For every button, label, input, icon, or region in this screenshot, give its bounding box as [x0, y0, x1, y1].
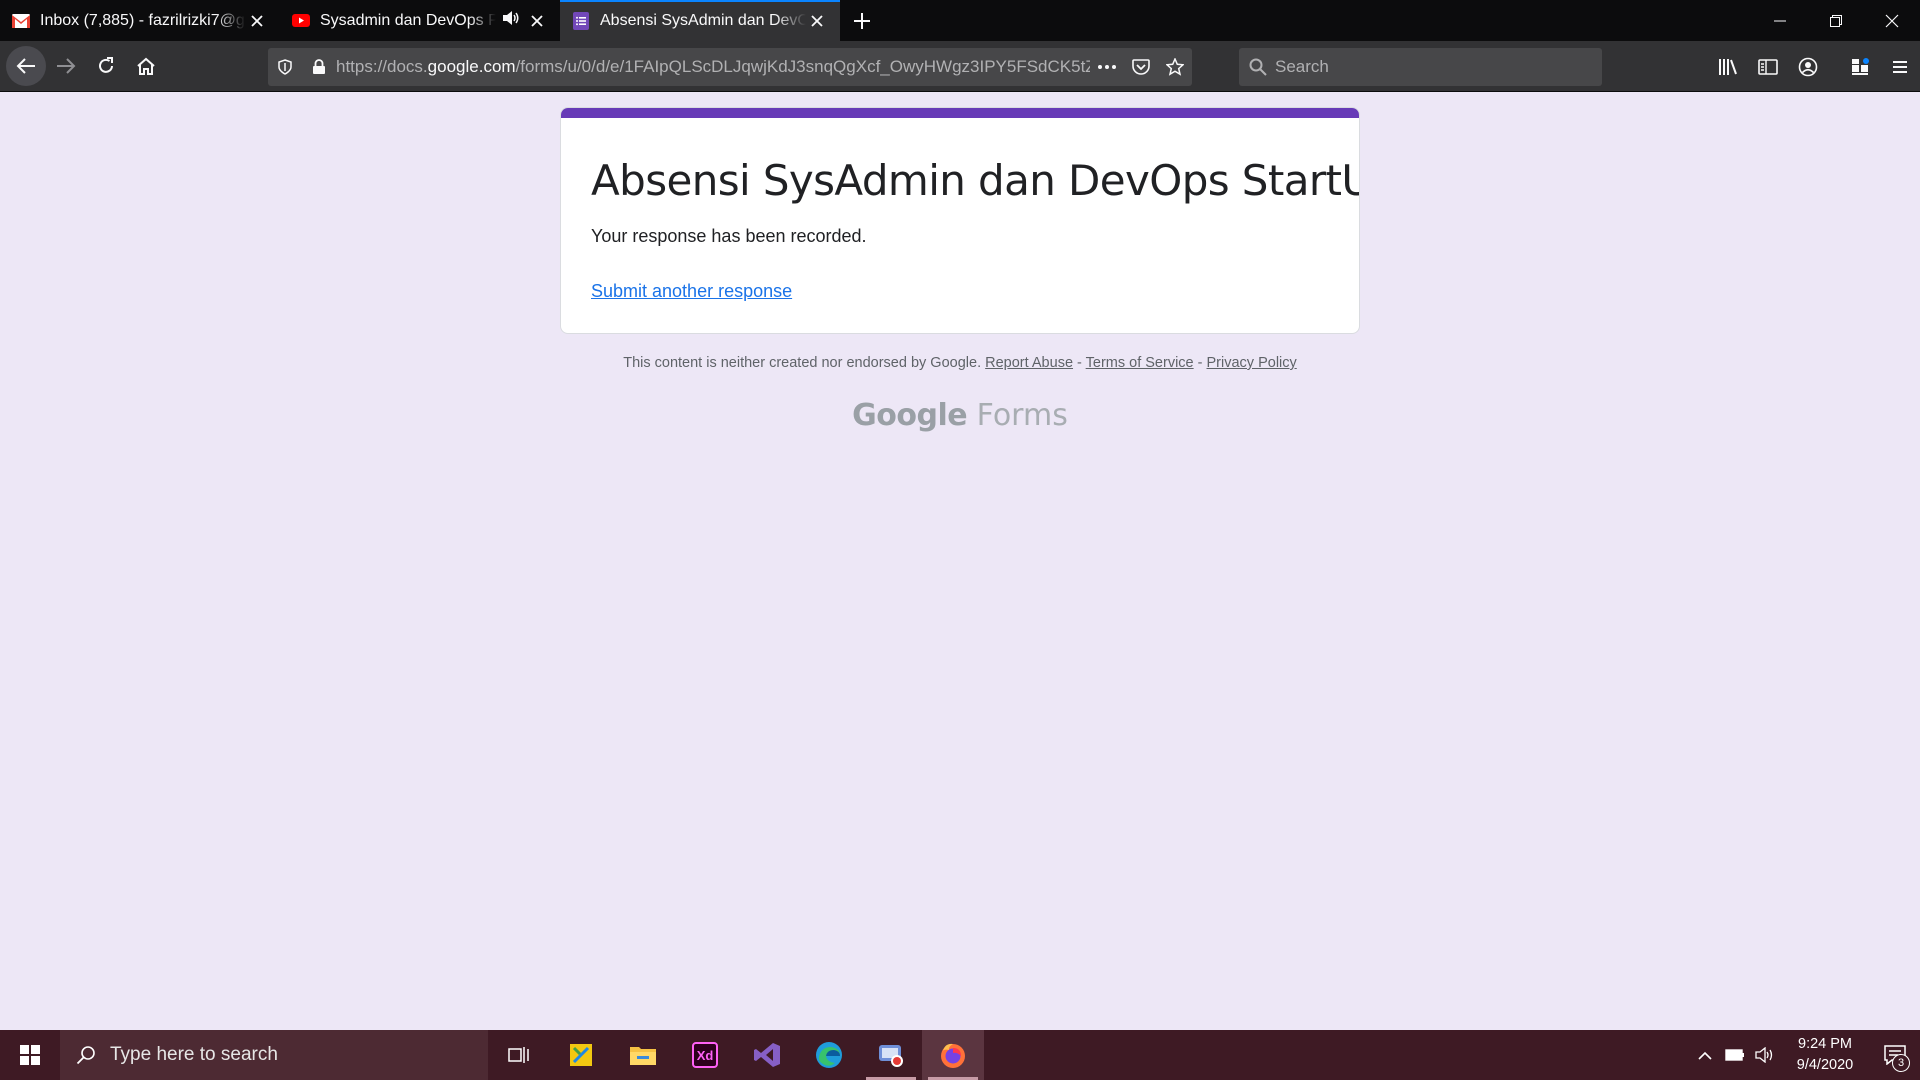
home-icon: [137, 57, 155, 75]
clock[interactable]: 9:24 PM 9/4/2020: [1780, 1034, 1870, 1076]
clock-date: 9/4/2020: [1796, 1057, 1854, 1073]
start-button[interactable]: [0, 1030, 60, 1080]
search-icon: [76, 1046, 95, 1065]
home-button[interactable]: [126, 46, 166, 86]
close-icon[interactable]: [526, 10, 548, 32]
page-actions-icon[interactable]: [1090, 64, 1124, 70]
tab-gmail[interactable]: Inbox (7,885) - fazrilrizki7@gmail.com -…: [0, 0, 280, 41]
edge-icon[interactable]: [798, 1030, 860, 1080]
task-view-icon[interactable]: [488, 1030, 550, 1080]
navigation-toolbar: https://docs.google.com/forms/u/0/d/e/1F…: [0, 41, 1920, 92]
windows-taskbar: Type here to search Xd 9:24 PM 9/4/2020 …: [0, 1030, 1920, 1080]
close-icon[interactable]: [806, 10, 828, 32]
account-icon[interactable]: [1788, 47, 1828, 87]
pocket-icon[interactable]: [1124, 59, 1158, 75]
google-forms-logo[interactable]: Google Forms: [560, 398, 1360, 433]
action-center-button[interactable]: 3: [1870, 1030, 1920, 1080]
gmail-icon: [12, 12, 30, 30]
form-title: Absensi SysAdmin dan DevOps StartUp: [591, 156, 1360, 205]
new-tab-button[interactable]: [840, 0, 884, 41]
tab-google-forms[interactable]: Absensi SysAdmin dan DevOps StartUp: [560, 0, 840, 41]
tab-youtube[interactable]: Sysadmin dan DevOps Praktis: [280, 0, 560, 41]
volume-icon[interactable]: [1750, 1030, 1780, 1080]
forward-button[interactable]: [46, 46, 86, 86]
window-controls: [1752, 0, 1920, 41]
search-placeholder: Search: [1275, 57, 1329, 76]
google-forms-icon: [572, 11, 590, 30]
form-confirmation-card: Absensi SysAdmin dan DevOps StartUp Your…: [560, 107, 1360, 334]
taskbar-search-placeholder: Type here to search: [110, 1044, 278, 1065]
taskbar-search-box[interactable]: Type here to search: [60, 1030, 488, 1080]
menu-icon[interactable]: [1880, 47, 1920, 87]
privacy-policy-link[interactable]: Privacy Policy: [1207, 355, 1297, 371]
arrow-right-icon: [57, 58, 76, 74]
sticky-notes-icon[interactable]: [550, 1030, 612, 1080]
form-accent-bar: [561, 108, 1359, 118]
shield-icon[interactable]: [268, 59, 302, 75]
chevron-up-icon[interactable]: [1690, 1030, 1720, 1080]
submit-another-response-link[interactable]: Submit another response: [591, 281, 792, 302]
tab-title: Absensi SysAdmin dan DevOps StartUp: [600, 11, 806, 29]
search-icon: [1249, 58, 1267, 76]
firefox-icon[interactable]: [922, 1030, 984, 1080]
battery-icon[interactable]: [1720, 1030, 1750, 1080]
notification-count-badge: 3: [1892, 1054, 1910, 1072]
arrow-left-icon: [16, 58, 35, 74]
speaker-icon[interactable]: [502, 10, 520, 31]
form-footer: This content is neither created nor endo…: [623, 355, 1297, 371]
lock-icon[interactable]: [302, 59, 336, 75]
plus-icon: [854, 12, 870, 29]
url-text[interactable]: https://docs.google.com/forms/u/0/d/e/1F…: [336, 57, 1090, 77]
sidebar-icon[interactable]: [1748, 47, 1788, 87]
terms-of-service-link[interactable]: Terms of Service: [1086, 355, 1194, 371]
url-bar[interactable]: https://docs.google.com/forms/u/0/d/e/1F…: [268, 48, 1192, 86]
search-bar[interactable]: Search: [1239, 48, 1602, 86]
library-icon[interactable]: [1708, 47, 1748, 87]
confirmation-message: Your response has been recorded.: [591, 226, 867, 246]
system-tray: 9:24 PM 9/4/2020 3: [1690, 1030, 1920, 1080]
taskbar-apps: Xd: [488, 1030, 984, 1080]
reload-icon: [99, 57, 113, 73]
back-button[interactable]: [6, 46, 46, 86]
close-window-button[interactable]: [1864, 0, 1920, 41]
adobe-xd-icon[interactable]: Xd: [674, 1030, 736, 1080]
tab-strip: Inbox (7,885) - fazrilrizki7@gmail.com -…: [0, 0, 1920, 41]
close-icon[interactable]: [246, 10, 268, 32]
reload-button[interactable]: [86, 46, 126, 86]
visual-studio-icon[interactable]: [736, 1030, 798, 1080]
restore-button[interactable]: [1808, 0, 1864, 41]
minimize-button[interactable]: [1752, 0, 1808, 41]
windows-logo-icon: [20, 1045, 40, 1065]
tab-title: Sysadmin dan DevOps Praktis: [320, 11, 496, 29]
clock-time: 9:24 PM: [1798, 1036, 1852, 1052]
toolbar-right: [1708, 41, 1920, 92]
youtube-icon: [292, 12, 310, 30]
disclaimer-text: This content is neither created nor endo…: [623, 355, 982, 371]
bookmark-star-icon[interactable]: [1158, 58, 1192, 76]
tab-title: Inbox (7,885) - fazrilrizki7@gmail.com -…: [40, 11, 246, 29]
extensions-icon[interactable]: [1840, 47, 1880, 87]
screen-recorder-icon[interactable]: [860, 1030, 922, 1080]
report-abuse-link[interactable]: Report Abuse: [985, 355, 1073, 371]
file-explorer-icon[interactable]: [612, 1030, 674, 1080]
